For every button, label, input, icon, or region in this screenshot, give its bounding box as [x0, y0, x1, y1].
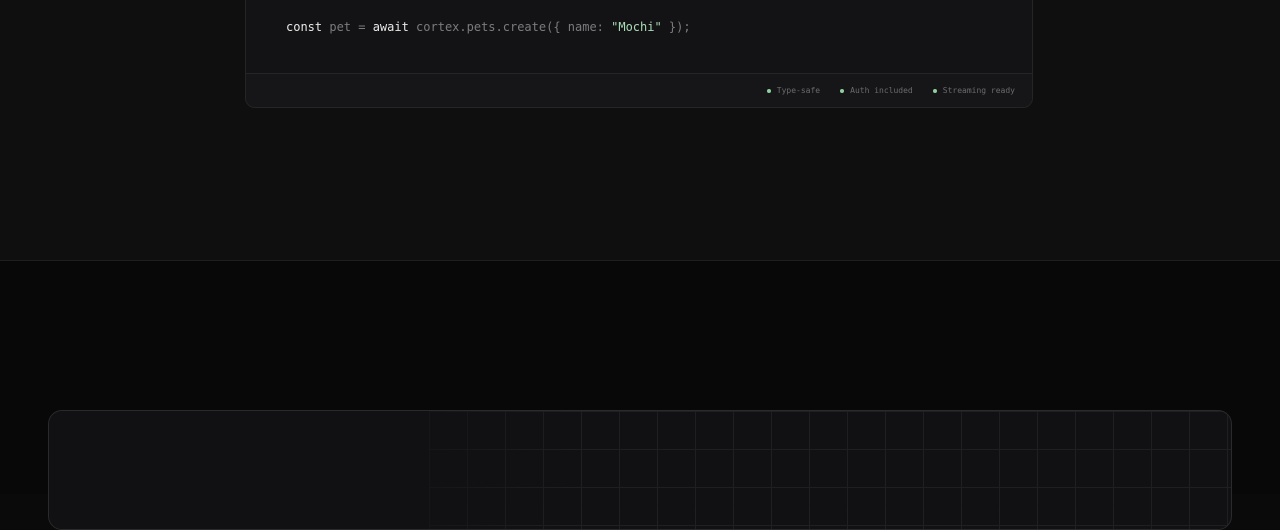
code-body: const pet = await cortex.pets.create({ n… — [246, 0, 1032, 73]
status-dot-icon — [840, 88, 845, 93]
grid-fade-overlay — [49, 411, 569, 529]
code-footer: Type-safe Auth included Streaming ready — [246, 73, 1032, 107]
feature-list: Type-safe Auth included Streaming ready — [766, 86, 1015, 95]
feature-label: Auth included — [850, 86, 913, 95]
feature-label: Type-safe — [776, 86, 821, 95]
code-line: const pet = await cortex.pets.create({ n… — [286, 19, 691, 35]
feature-auth-included: Auth included — [840, 86, 913, 95]
code-sample-card: const pet = await cortex.pets.create({ n… — [245, 0, 1033, 108]
keyword-const: const — [286, 20, 323, 34]
feature-type-safe: Type-safe — [766, 86, 821, 95]
status-dot-icon — [932, 88, 937, 93]
status-dot-icon — [766, 88, 771, 93]
string-literal: "Mochi" — [611, 20, 662, 34]
method-call: cortex.pets.create({ name: — [408, 20, 612, 34]
keyword-await: await — [372, 20, 409, 34]
variable-assignment: pet = — [322, 20, 373, 34]
feature-label: Streaming ready — [942, 86, 1015, 95]
closing-brackets: }); — [661, 20, 691, 34]
feature-streaming-ready: Streaming ready — [932, 86, 1015, 95]
grid-panel — [48, 410, 1232, 530]
